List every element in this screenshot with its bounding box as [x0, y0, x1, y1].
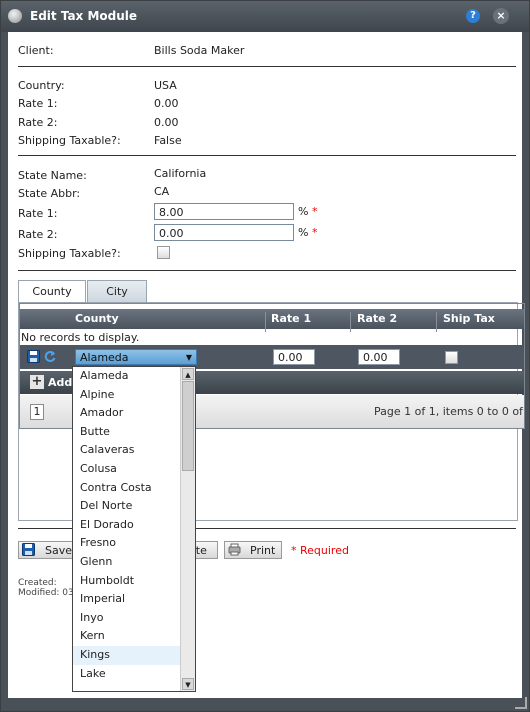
state-rate1-label: Rate 1:	[18, 207, 58, 220]
county-combobox[interactable]: Alameda ▼	[75, 349, 197, 365]
rate1-cell-input[interactable]: 0.00	[273, 349, 315, 365]
country-label: Country:	[18, 79, 65, 92]
state-rate2-pct: % *	[298, 226, 317, 239]
save-row-icon[interactable]	[27, 350, 40, 363]
state-name-value: California	[154, 167, 207, 180]
column-rate2[interactable]: Rate 2	[357, 312, 397, 325]
window-titlebar[interactable]: Edit Tax Module ? ×	[1, 1, 529, 32]
add-icon[interactable]: +	[30, 375, 44, 389]
client-value: Bills Soda Maker	[154, 44, 245, 57]
window-icon	[8, 9, 22, 23]
county-option[interactable]: Inyo	[73, 609, 180, 628]
county-option[interactable]: Kern	[73, 627, 180, 646]
created-label: Created:	[18, 578, 57, 588]
state-abbr-label: State Abbr:	[18, 187, 81, 200]
state-name-label: State Name:	[18, 169, 87, 182]
column-ship-tax[interactable]: Ship Tax	[443, 312, 495, 325]
county-option[interactable]: Humboldt	[73, 572, 180, 591]
county-option[interactable]: Alameda	[73, 367, 180, 386]
divider	[18, 155, 516, 156]
print-button-label: Print	[250, 544, 276, 557]
required-mark: *	[311, 205, 318, 218]
help-icon[interactable]: ?	[466, 9, 480, 23]
state-abbr-value: CA	[154, 185, 170, 198]
country-rate1-value: 0.00	[154, 97, 179, 110]
cancel-row-icon[interactable]	[44, 350, 57, 363]
column-county[interactable]: County	[75, 312, 119, 325]
close-icon[interactable]: ×	[493, 8, 509, 24]
save-button[interactable]: Save	[18, 541, 76, 559]
state-rate1-input[interactable]: 8.00	[154, 203, 294, 220]
county-option[interactable]: Calaveras	[73, 441, 180, 460]
county-option[interactable]: Kings	[73, 645, 180, 665]
state-rate2-input[interactable]: 0.00	[154, 224, 294, 241]
required-note: * Required	[291, 544, 349, 557]
divider	[18, 270, 516, 271]
county-option[interactable]: Amador	[73, 404, 180, 423]
column-separator	[436, 312, 437, 332]
printer-icon	[228, 543, 241, 556]
page-number-button[interactable]: 1	[30, 404, 44, 420]
county-option[interactable]: Lake	[73, 665, 180, 684]
county-dropdown-list: Alameda Alpine Amador Butte Calaveras Colusa C…	[73, 367, 180, 683]
state-ship-checkbox[interactable]	[157, 246, 170, 259]
state-rate2-label: Rate 2:	[18, 228, 58, 241]
dropdown-scrollbar[interactable]: ▲ ▼	[180, 367, 195, 691]
country-value: USA	[154, 79, 177, 92]
window-title: Edit Tax Module	[30, 9, 138, 23]
county-option[interactable]: Imperial	[73, 590, 180, 609]
scroll-up-icon[interactable]: ▲	[182, 368, 194, 380]
state-rate1-pct: % *	[298, 205, 317, 218]
print-button[interactable]: Print	[224, 541, 282, 559]
country-ship-value: False	[154, 134, 182, 147]
scroll-down-icon[interactable]: ▼	[182, 678, 194, 690]
scroll-thumb[interactable]	[182, 381, 194, 471]
client-label: Client:	[18, 44, 54, 57]
divider	[18, 66, 516, 67]
column-separator	[350, 312, 351, 332]
tab-strip: County City	[18, 280, 516, 302]
county-option[interactable]: Del Norte	[73, 497, 180, 516]
county-dropdown[interactable]: Alameda Alpine Amador Butte Calaveras Colusa C…	[72, 366, 196, 692]
percent-sign: %	[298, 226, 309, 239]
county-combo-value: Alameda	[80, 351, 129, 364]
modified-label: Modified: 03/	[18, 588, 77, 598]
county-option[interactable]: Alpine	[73, 386, 180, 405]
country-ship-label: Shipping Taxable?:	[18, 134, 121, 147]
county-option[interactable]: Contra Costa	[73, 479, 180, 498]
county-option[interactable]: Colusa	[73, 460, 180, 479]
resize-grip-icon[interactable]	[515, 697, 527, 709]
country-rate2-value: 0.00	[154, 116, 179, 129]
percent-sign: %	[298, 205, 309, 218]
ship-tax-checkbox[interactable]	[445, 351, 458, 364]
county-option[interactable]: Fresno	[73, 534, 180, 553]
rate2-cell-input[interactable]: 0.00	[358, 349, 400, 365]
pager-info: Page 1 of 1, items 0 to 0 of 0.	[374, 405, 525, 418]
no-records-text: No records to display.	[21, 331, 140, 344]
save-icon	[22, 543, 35, 556]
county-option[interactable]: Glenn	[73, 553, 180, 572]
tab-city[interactable]: City	[87, 280, 147, 302]
state-ship-label: Shipping Taxable?:	[18, 247, 121, 260]
column-rate1[interactable]: Rate 1	[271, 312, 311, 325]
grid-header: County Rate 1 Rate 2 Ship Tax	[20, 309, 524, 332]
chevron-down-icon: ▼	[185, 353, 192, 362]
save-button-label: Save	[45, 544, 73, 557]
county-option[interactable]: El Dorado	[73, 516, 180, 535]
county-option[interactable]: Butte	[73, 423, 180, 442]
country-rate2-label: Rate 2:	[18, 116, 58, 129]
required-mark: *	[311, 226, 318, 239]
tab-county[interactable]: County	[18, 280, 86, 302]
country-rate1-label: Rate 1:	[18, 97, 58, 110]
column-separator	[265, 312, 266, 332]
